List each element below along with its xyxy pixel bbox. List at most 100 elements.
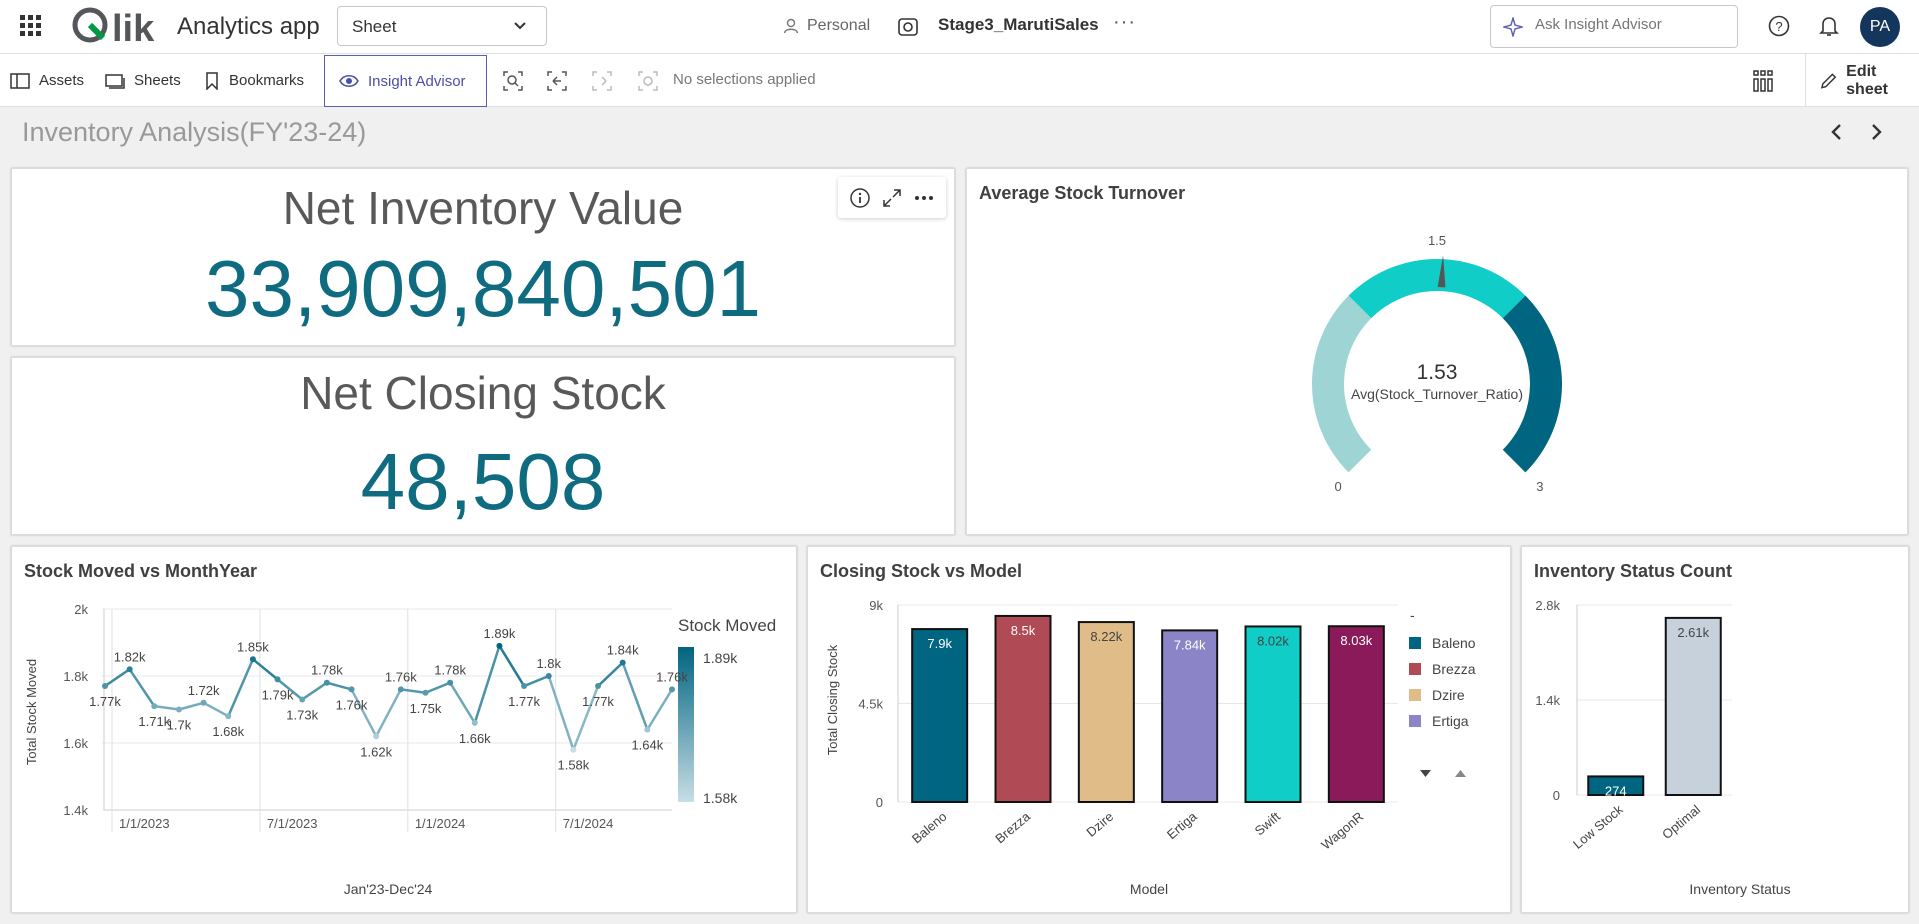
data-point[interactable] <box>619 659 626 666</box>
y-tick-label: 1.4k <box>1535 693 1560 708</box>
data-label: 1.73k <box>286 707 318 722</box>
assets-button[interactable]: Assets <box>10 54 84 107</box>
data-point[interactable] <box>644 726 651 733</box>
data-label: 1.76k <box>336 697 368 712</box>
app-name[interactable]: Stage3_MarutiSales <box>938 15 1099 35</box>
sheets-label: Sheets <box>134 72 181 89</box>
gauge-card[interactable]: Average Stock Turnover 0 1.5 3 1.53 Avg(… <box>966 168 1908 535</box>
legend-min-label: 1.58k <box>703 790 738 806</box>
kpi-value: 33,909,840,501 <box>204 244 762 333</box>
data-label: 1.77k <box>89 694 121 709</box>
sparkle-icon <box>1503 17 1523 37</box>
legend-item[interactable]: Dzire <box>1432 687 1465 703</box>
x-tick-label: Brezza <box>992 808 1033 846</box>
bar[interactable] <box>1161 629 1219 803</box>
notifications-bell-icon[interactable] <box>1818 15 1840 37</box>
data-point[interactable] <box>200 699 207 706</box>
legend-scroll-up-icon[interactable] <box>1455 770 1466 777</box>
legend-item[interactable]: Ertiga <box>1432 713 1469 729</box>
legend-max-label: 1.89k <box>703 650 738 666</box>
gauge-measure-label: Avg(Stock_Turnover_Ratio) <box>1351 386 1523 402</box>
sheet-dropdown-label: Sheet <box>352 17 397 36</box>
data-point[interactable] <box>323 679 330 686</box>
bar[interactable] <box>1664 616 1722 797</box>
user-icon <box>783 18 799 34</box>
data-point[interactable] <box>126 666 133 673</box>
sheets-button[interactable]: Sheets <box>105 54 181 107</box>
sheet-dropdown[interactable]: Sheet <box>337 6 547 46</box>
data-point[interactable] <box>225 713 232 720</box>
help-icon[interactable]: ? <box>1768 15 1790 37</box>
x-tick-label: Swift <box>1252 809 1284 839</box>
line-segment <box>425 681 451 694</box>
smart-search-icon[interactable] <box>502 70 524 92</box>
info-icon[interactable] <box>849 187 871 209</box>
bar[interactable] <box>1327 625 1385 803</box>
more-horizontal-icon[interactable] <box>913 187 935 209</box>
app-icon <box>898 18 918 36</box>
bar[interactable] <box>994 614 1052 803</box>
ask-insight-advisor-search[interactable] <box>1490 5 1738 48</box>
data-point[interactable] <box>669 686 675 693</box>
bar-chart-status-card[interactable]: Inventory Status Count Inventory Status … <box>1521 546 1909 913</box>
data-point[interactable] <box>471 719 478 726</box>
x-tick-label: 1/1/2023 <box>119 816 170 831</box>
legend-item[interactable]: Baleno <box>1432 635 1476 651</box>
line-segment <box>473 645 501 724</box>
kpi-net-inventory-value[interactable]: Net Inventory Value 33,909,840,501 <box>11 168 955 346</box>
line-segment <box>597 661 624 687</box>
data-point[interactable] <box>299 696 306 703</box>
clear-selections-icon[interactable] <box>637 70 659 92</box>
line-segment <box>547 675 575 751</box>
app-grid-icon[interactable] <box>20 15 42 37</box>
more-options-button[interactable]: ··· <box>1113 11 1136 34</box>
data-point[interactable] <box>348 686 355 693</box>
bar[interactable] <box>1244 625 1302 803</box>
data-point[interactable] <box>545 673 552 679</box>
y-tick-label: 0 <box>1553 788 1560 803</box>
previous-sheet-button[interactable] <box>1829 121 1843 149</box>
data-point[interactable] <box>570 746 577 753</box>
data-point[interactable] <box>521 683 528 690</box>
legend-scroll-down-icon[interactable] <box>1420 770 1431 777</box>
bar-chart-model: Total Closing Stock Model - 9k 4.5k 0 7.9k… <box>825 598 1476 897</box>
data-point[interactable] <box>274 676 281 683</box>
data-point[interactable] <box>249 656 256 663</box>
data-point[interactable] <box>595 683 602 690</box>
ask-insight-input[interactable] <box>1535 16 1725 33</box>
data-label: 1.82k <box>114 649 146 664</box>
user-avatar[interactable]: PA <box>1860 7 1900 47</box>
edit-sheet-button[interactable]: Edit sheet <box>1805 54 1919 107</box>
step-back-icon[interactable] <box>546 70 568 92</box>
step-forward-icon[interactable] <box>591 70 613 92</box>
data-point[interactable] <box>447 679 454 686</box>
y-tick-label: 1.4k <box>63 803 88 818</box>
data-point[interactable] <box>422 689 429 696</box>
layout-grid-icon[interactable] <box>1753 70 1773 92</box>
y-tick-label: 2k <box>74 602 88 617</box>
kpi-net-closing-stock[interactable]: Net Closing Stock 48,508 <box>11 357 955 535</box>
line-chart: Total Stock Moved Jan'23-Dec'24 Stock Mo… <box>24 602 776 897</box>
data-point[interactable] <box>175 706 182 713</box>
line-chart-card[interactable]: Stock Moved vs MonthYear Total Stock Mov… <box>11 546 797 913</box>
chevron-right-icon <box>1872 124 1882 140</box>
data-point[interactable] <box>373 733 380 740</box>
data-point[interactable] <box>496 642 503 649</box>
bar-chart-model-card[interactable]: Closing Stock vs Model Total Closing Sto… <box>807 546 1511 913</box>
bar-value-label: 274 <box>1605 783 1627 798</box>
bar-value-label: 8.03k <box>1340 633 1372 648</box>
data-point[interactable] <box>397 686 404 693</box>
legend-item[interactable]: Brezza <box>1432 661 1476 677</box>
x-tick-label: Ertiga <box>1164 808 1200 842</box>
data-point[interactable] <box>151 703 158 710</box>
insight-advisor-button[interactable]: Insight Advisor <box>324 55 487 107</box>
bar[interactable] <box>911 628 969 803</box>
space-indicator[interactable]: Personal <box>783 17 870 35</box>
line-segment <box>375 688 402 737</box>
data-point[interactable] <box>102 683 108 690</box>
next-sheet-button[interactable] <box>1870 121 1884 149</box>
bookmarks-button[interactable]: Bookmarks <box>204 54 304 107</box>
expand-icon[interactable] <box>881 187 903 209</box>
line-segment <box>154 704 180 711</box>
bar[interactable] <box>1077 621 1135 803</box>
